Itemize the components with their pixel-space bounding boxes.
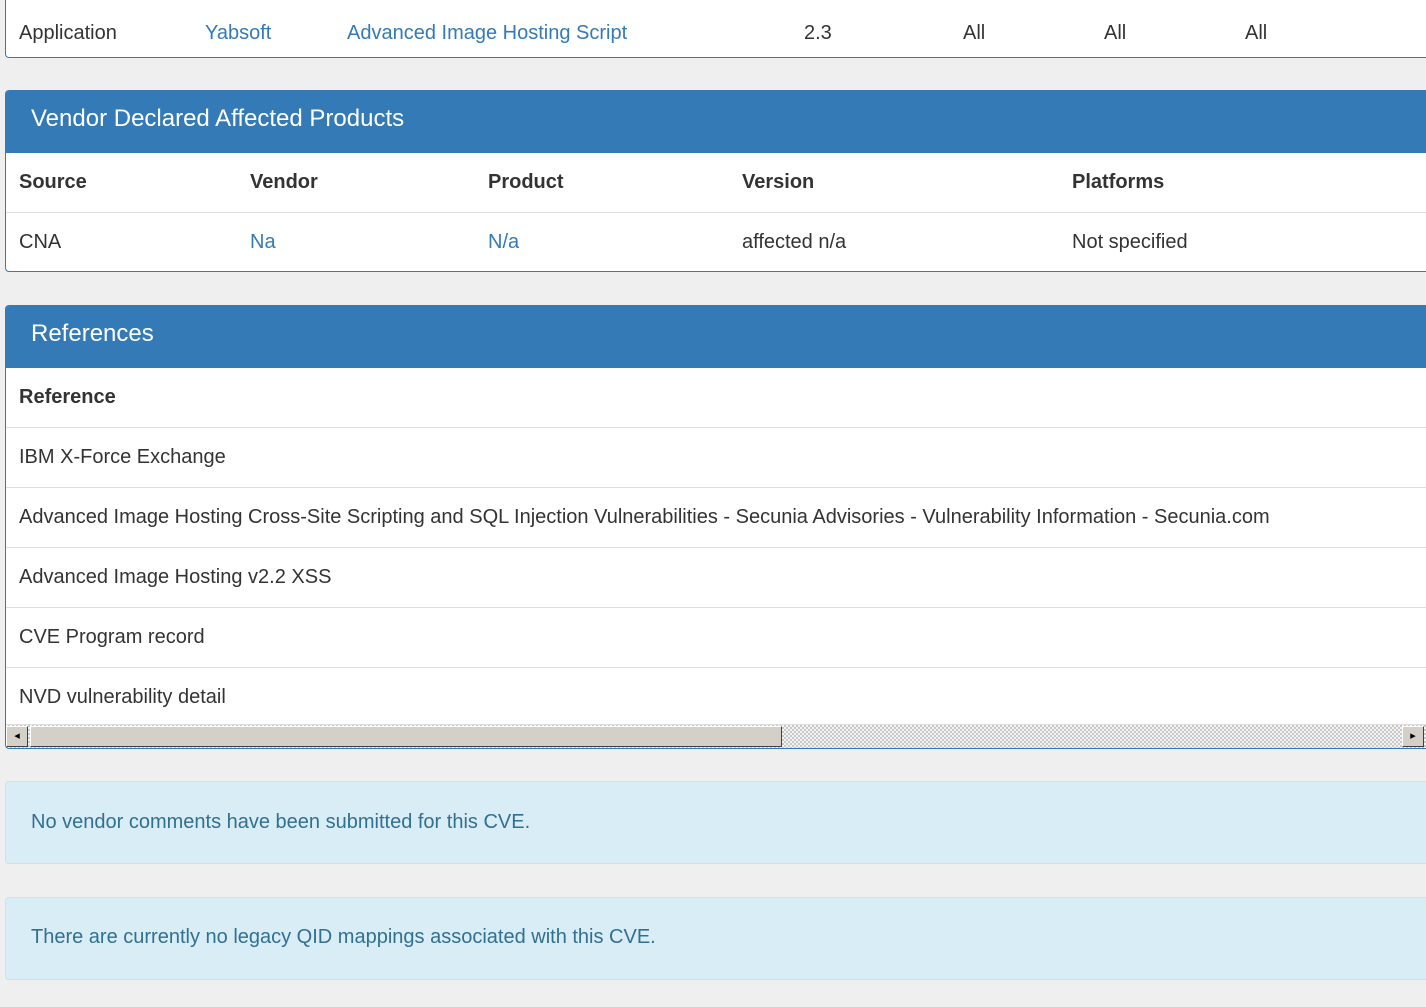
table-row: Application Yabsoft Advanced Image Hosti… — [6, 0, 1426, 57]
column-header: Source — [19, 171, 87, 193]
vendor-declared-panel: Vendor Declared Affected Products Source… — [5, 90, 1426, 272]
table-cell: All — [1245, 21, 1268, 44]
product-link[interactable]: Advanced Image Hosting Script — [347, 22, 627, 44]
table-row: Advanced Image Hosting Cross-Site Script… — [6, 487, 1426, 548]
qid-mappings-alert: There are currently no legacy QID mappin… — [5, 897, 1426, 980]
table-row: Advanced Image Hosting v2.2 XSS — [6, 547, 1426, 608]
column-header: Product — [488, 171, 564, 193]
panel-title: References — [6, 306, 1426, 368]
panel-title: Vendor Declared Affected Products — [6, 91, 1426, 153]
table-row: NVD vulnerability detail — [6, 667, 1426, 727]
vendor-link[interactable]: Na — [250, 231, 276, 253]
scroll-right-arrow-icon[interactable]: ▸ — [1402, 726, 1424, 747]
table-row: CNA Na N/a affected n/a Not specified — [6, 212, 1426, 271]
table-header-row: Source Vendor Product Version Platforms — [6, 153, 1426, 213]
reference-item[interactable]: Advanced Image Hosting v2.2 XSS — [6, 547, 1426, 608]
table-cell: All — [1104, 21, 1127, 44]
table-header-row: Reference — [6, 368, 1426, 428]
reference-item[interactable]: Advanced Image Hosting Cross-Site Script… — [6, 487, 1426, 548]
reference-item[interactable]: IBM X-Force Exchange — [6, 427, 1426, 488]
references-table: Reference IBM X-Force Exchange Advanced … — [6, 368, 1426, 727]
scroll-left-arrow-icon[interactable]: ◂ — [6, 726, 28, 747]
reference-item[interactable]: NVD vulnerability detail — [6, 667, 1426, 727]
column-header: Reference — [19, 386, 116, 408]
vendor-comments-alert: No vendor comments have been submitted f… — [5, 781, 1426, 864]
scrollbar-thumb[interactable] — [30, 726, 782, 747]
column-header: Vendor — [250, 171, 318, 193]
platforms-cell: Not specified — [1059, 212, 1426, 271]
version-cell: affected n/a — [729, 212, 1059, 271]
column-header: Version — [742, 171, 815, 193]
table-row: IBM X-Force Exchange — [6, 427, 1426, 488]
vendor-declared-table: Source Vendor Product Version Platforms … — [6, 153, 1426, 271]
source-cell: CNA — [6, 212, 237, 271]
type-cell: Application — [19, 21, 117, 44]
horizontal-scrollbar[interactable]: ◂ ▸ — [6, 724, 1426, 748]
table-row: CVE Program record — [6, 607, 1426, 668]
version-cell: 2.3 — [804, 21, 832, 44]
column-header: Platforms — [1072, 171, 1165, 193]
affected-products-panel: Application Yabsoft Advanced Image Hosti… — [5, 0, 1426, 58]
table-cell: All — [963, 21, 986, 44]
affected-products-table: Application Yabsoft Advanced Image Hosti… — [6, 0, 1426, 57]
product-link[interactable]: N/a — [488, 231, 519, 253]
vendor-link[interactable]: Yabsoft — [205, 22, 271, 44]
references-panel: References Reference IBM X-Force Exchang… — [5, 305, 1426, 749]
reference-item[interactable]: CVE Program record — [6, 607, 1426, 668]
